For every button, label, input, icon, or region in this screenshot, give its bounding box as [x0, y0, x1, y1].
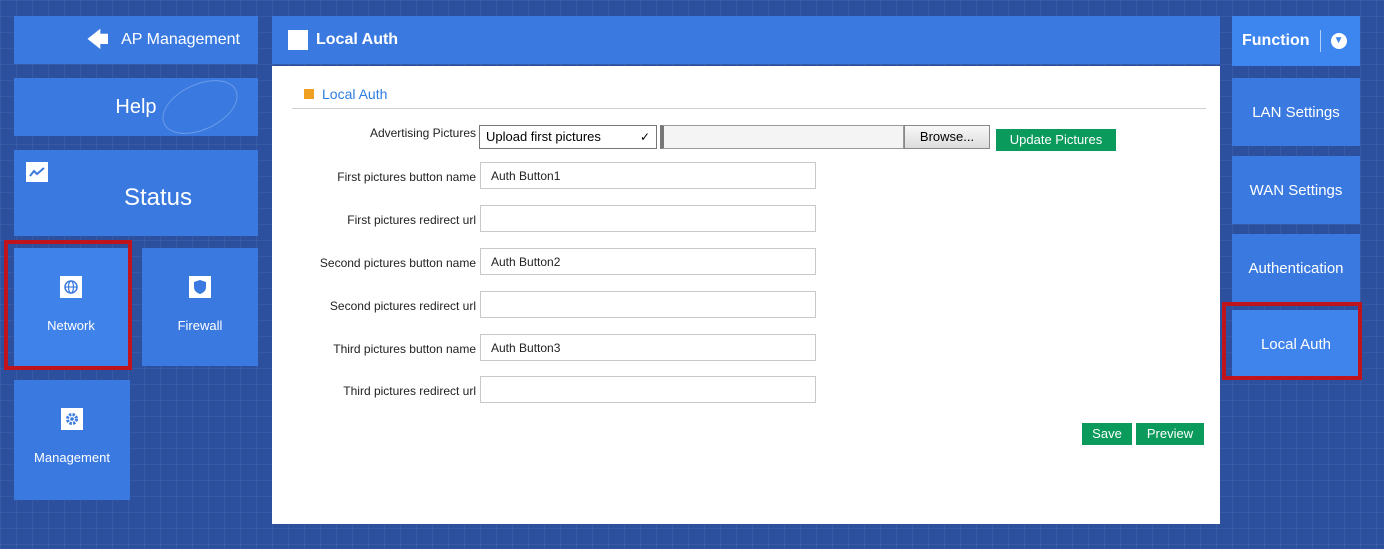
file-path-field[interactable] [660, 125, 904, 149]
gear-icon [61, 408, 83, 430]
help-label: Help [115, 95, 157, 118]
function-label: Function [1242, 32, 1310, 49]
update-pictures-button[interactable]: Update Pictures [996, 129, 1116, 151]
panel-title: Local Auth [316, 31, 399, 48]
third-button-name-input[interactable] [480, 334, 816, 361]
ap-management-button[interactable]: 🡄 AP Management [14, 16, 258, 64]
third-redirect-url-label: Third pictures redirect url [343, 384, 476, 398]
save-button[interactable]: Save [1082, 423, 1132, 445]
first-redirect-url-label: First pictures redirect url [347, 213, 476, 227]
first-redirect-url-input[interactable] [480, 205, 816, 232]
firewall-label: Firewall [177, 318, 223, 333]
second-button-name-label: Second pictures button name [319, 256, 476, 270]
line-chart-icon [26, 162, 48, 182]
wan-settings-label: WAN Settings [1249, 181, 1343, 199]
first-button-name-label: First pictures button name [337, 170, 476, 184]
management-label: Management [34, 450, 110, 465]
section-title: Local Auth [304, 86, 387, 102]
orange-square-icon [304, 89, 314, 99]
swoosh-decoration [154, 78, 246, 136]
chevron-down-icon: ✓ [639, 130, 650, 144]
section-title-text: Local Auth [322, 86, 388, 102]
browse-button[interactable]: Browse... [904, 125, 990, 149]
firewall-tile[interactable]: Firewall [142, 248, 258, 366]
lan-settings-tile[interactable]: LAN Settings [1232, 78, 1360, 146]
advertising-pictures-label: Advertising Pictures [369, 126, 476, 140]
second-redirect-url-label: Second pictures redirect url [329, 299, 476, 313]
square-icon [288, 30, 308, 50]
third-button-name-label: Third pictures button name [333, 342, 476, 356]
ap-management-label: AP Management [121, 31, 240, 48]
local-auth-panel: Local Auth Advertising Pictures Upload f… [272, 66, 1220, 524]
section-divider [292, 108, 1206, 109]
network-highlight-box [4, 240, 132, 370]
function-divider [1319, 30, 1321, 52]
local-auth-highlight-box [1222, 302, 1362, 380]
shield-icon [189, 276, 211, 298]
chevron-down-circle-icon: ▼ [1330, 33, 1347, 49]
function-menu-button[interactable]: Function ▼ [1232, 16, 1360, 66]
status-label: Status [123, 184, 193, 211]
second-button-name-input[interactable] [480, 248, 816, 275]
help-tile[interactable]: Help [14, 78, 258, 136]
arrow-left-icon: 🡄 [86, 27, 110, 52]
first-button-name-input[interactable] [480, 162, 816, 189]
status-tile[interactable]: Status [14, 150, 258, 236]
wan-settings-tile[interactable]: WAN Settings [1232, 156, 1360, 224]
panel-header: Local Auth [272, 16, 1220, 64]
third-redirect-url-input[interactable] [480, 376, 816, 403]
preview-button[interactable]: Preview [1136, 423, 1204, 445]
management-tile[interactable]: Management [14, 380, 130, 500]
advertising-pictures-select[interactable]: Upload first pictures ✓ [479, 125, 657, 149]
advertising-pictures-value: Upload first pictures [486, 129, 601, 144]
second-redirect-url-input[interactable] [480, 291, 816, 318]
lan-settings-label: LAN Settings [1252, 103, 1340, 121]
authentication-label: Authentication [1248, 259, 1344, 277]
authentication-tile[interactable]: Authentication [1232, 234, 1360, 302]
